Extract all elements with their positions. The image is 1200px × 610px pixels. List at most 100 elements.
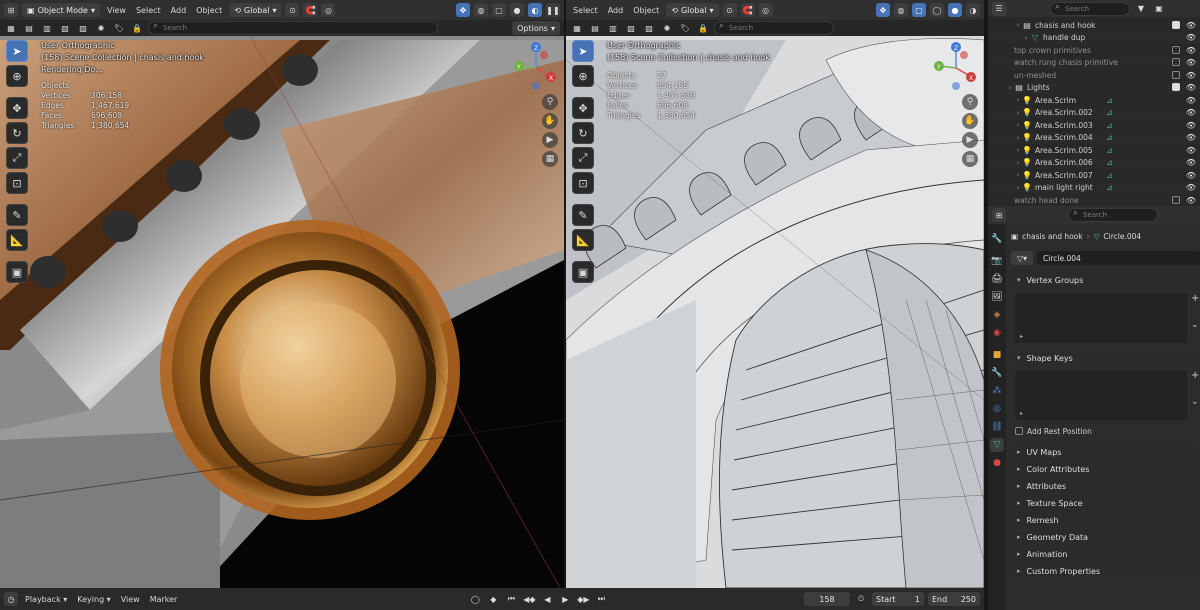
eye-icon[interactable]: 👁	[1186, 71, 1196, 80]
transform-tool[interactable]: ⊡	[572, 172, 594, 194]
expand-arrow-icon[interactable]: ›	[1014, 159, 1022, 167]
menu-view[interactable]: View	[104, 6, 129, 15]
menu-marker[interactable]: Marker	[147, 595, 181, 604]
material-icon[interactable]: ●	[990, 456, 1004, 470]
mode-dropdown[interactable]: ▣ Object Mode ▾	[22, 3, 100, 17]
lock-icon[interactable]: 🔒	[696, 21, 710, 35]
eye-icon[interactable]: 👁	[1186, 133, 1196, 142]
filter-icon[interactable]: ▼	[1134, 2, 1148, 16]
scene-icon[interactable]: ◈	[990, 308, 1004, 322]
select-invert-icon[interactable]: ▧	[58, 21, 72, 35]
xray-icon[interactable]: ▢	[912, 3, 926, 17]
outliner-row[interactable]: watch head done 👁	[988, 194, 1200, 206]
add-rest-position-checkbox[interactable]	[1015, 427, 1023, 435]
outliner-row[interactable]: › 💡 Area.Scrim.005 ⊿ 👁	[988, 144, 1200, 157]
outliner-row[interactable]: › 💡 Area.Scrim.007 ⊿ 👁	[988, 169, 1200, 182]
shape-keys-panel-header[interactable]: ▾ Shape Keys	[1011, 350, 1200, 366]
attributes-panel-header[interactable]: ▸ Attributes	[1011, 478, 1200, 494]
expand-arrow-icon[interactable]: ›	[1014, 121, 1022, 129]
select-intersect-icon[interactable]: ▨	[642, 21, 656, 35]
color-attributes-panel-header[interactable]: ▸ Color Attributes	[1011, 461, 1200, 477]
menu-select[interactable]: Select	[570, 6, 601, 15]
eye-icon[interactable]: 👁	[1186, 58, 1196, 67]
clock-icon[interactable]: ⏲	[854, 592, 868, 606]
exclude-checkbox[interactable]	[1171, 195, 1180, 204]
eye-icon[interactable]: 👁	[1186, 183, 1196, 192]
add-cube-tool[interactable]: ▣	[6, 261, 28, 283]
rotate-tool[interactable]: ↻	[6, 122, 28, 144]
eye-icon[interactable]: 👁	[1186, 96, 1196, 105]
expand-arrow-icon[interactable]: ›	[1014, 171, 1022, 179]
snap-icon[interactable]: 🧲	[303, 3, 318, 17]
expand-arrow-icon[interactable]: ›	[1014, 109, 1022, 117]
eye-icon[interactable]: 👁	[1186, 196, 1196, 205]
eye-icon[interactable]: 👁	[1186, 33, 1196, 42]
add-vertex-group-icon[interactable]: +	[1191, 293, 1200, 307]
editor-type-icon[interactable]: ◷	[4, 592, 18, 606]
modifier-wrench-icon[interactable]: 🔧	[990, 366, 1004, 380]
gizmo-toggle-icon[interactable]: ✥	[456, 3, 470, 17]
end-frame-field[interactable]: End 250	[928, 592, 980, 606]
next-keyframe-icon[interactable]: ◆▶	[576, 592, 590, 606]
shading-material-icon[interactable]: ◑	[966, 3, 980, 17]
eye-icon[interactable]: 👁	[1186, 158, 1196, 167]
outliner-row[interactable]: top crown primitives 👁	[988, 44, 1200, 57]
move-tool[interactable]: ✥	[572, 97, 594, 119]
view-layer-icon[interactable]: 🖼	[990, 290, 1004, 304]
chevron-down-icon[interactable]: ⌄	[1191, 320, 1200, 334]
eye-icon[interactable]: 👁	[1186, 21, 1196, 30]
geometry-data-panel-header[interactable]: ▸ Geometry Data	[1011, 529, 1200, 545]
shading-solid-icon[interactable]: ●	[510, 3, 524, 17]
measure-tool[interactable]: 📐	[572, 229, 594, 251]
expand-arrow-icon[interactable]: ›	[1006, 84, 1014, 92]
expand-arrow-icon[interactable]: ›	[1014, 96, 1022, 104]
menu-playback[interactable]: Playback ▾	[22, 595, 70, 604]
rotate-tool[interactable]: ↻	[572, 122, 594, 144]
select-box-tool[interactable]: ➤	[572, 40, 594, 62]
tag-icon[interactable]: 🏷	[112, 21, 126, 35]
constraints-icon[interactable]: ⛓	[990, 420, 1004, 434]
exclude-checkbox[interactable]	[1171, 45, 1180, 54]
eye-icon[interactable]: 👁	[1186, 171, 1196, 180]
expand-icon[interactable]: ▸	[1020, 410, 1023, 417]
camera-icon[interactable]: ▶	[962, 132, 978, 148]
pan-hand-icon[interactable]: ✋	[962, 113, 978, 129]
measure-tool[interactable]: 📐	[6, 229, 28, 251]
navigation-gizmo[interactable]: Z X Y	[928, 40, 978, 90]
outliner-row[interactable]: › ▽ handle dup 👁	[988, 31, 1200, 44]
mesh-data-icon[interactable]: ▽	[990, 438, 1004, 452]
editor-type-icon[interactable]: ⊞	[992, 208, 1006, 222]
scale-tool[interactable]: ⤢	[572, 147, 594, 169]
proportional-edit-icon[interactable]: ◎	[758, 3, 773, 17]
gizmo-toggle-icon[interactable]: ✥	[876, 3, 890, 17]
vertex-groups-list[interactable]: ▸	[1015, 293, 1187, 343]
xray-icon[interactable]: ▢	[492, 3, 506, 17]
transform-orientation-dropdown[interactable]: ⟲ Global ▾	[666, 3, 719, 17]
menu-object[interactable]: Object	[630, 6, 662, 15]
select-box-tool[interactable]: ➤	[6, 40, 28, 62]
exclude-checkbox[interactable]	[1171, 58, 1180, 67]
outliner-row[interactable]: › ▤ Lights 👁	[988, 81, 1200, 94]
annotate-tool[interactable]: ✎	[572, 204, 594, 226]
render-icon[interactable]: 📷	[990, 254, 1004, 268]
left-viewport[interactable]: ➤ ⊕ ✥ ↻ ⤢ ⊡ ✎ 📐 ▣ User Orthographic (158…	[0, 0, 564, 588]
prev-keyframe-icon[interactable]: ◀◆	[522, 592, 536, 606]
texture-space-panel-header[interactable]: ▸ Texture Space	[1011, 495, 1200, 511]
expand-arrow-icon[interactable]: ›	[1014, 134, 1022, 142]
animation-panel-header[interactable]: ▸ Animation	[1011, 546, 1200, 562]
menu-select[interactable]: Select	[133, 6, 164, 15]
eye-icon[interactable]: 👁	[1186, 46, 1196, 55]
select-intersect-icon[interactable]: ▨	[76, 21, 90, 35]
cursor-tool[interactable]: ⊕	[6, 65, 28, 87]
remesh-panel-header[interactable]: ▸ Remesh	[1011, 512, 1200, 528]
expand-icon[interactable]: ▸	[1020, 333, 1023, 340]
eye-icon[interactable]: 👁	[1186, 146, 1196, 155]
exclude-checkbox[interactable]	[1171, 83, 1180, 92]
mesh-datablock-selector[interactable]: ▽▾ Circle.004	[1011, 251, 1200, 265]
properties-search-input[interactable]: Search	[1068, 208, 1158, 222]
select-mode-icon[interactable]: ▦	[570, 21, 584, 35]
viewport-search-input[interactable]: Search	[148, 21, 438, 35]
outliner-row[interactable]: un-meshed 👁	[988, 69, 1200, 82]
shading-rendered-icon[interactable]: ◐	[528, 3, 542, 17]
outliner-row[interactable]: › 💡 Area.Scrim.006 ⊿ 👁	[988, 156, 1200, 169]
